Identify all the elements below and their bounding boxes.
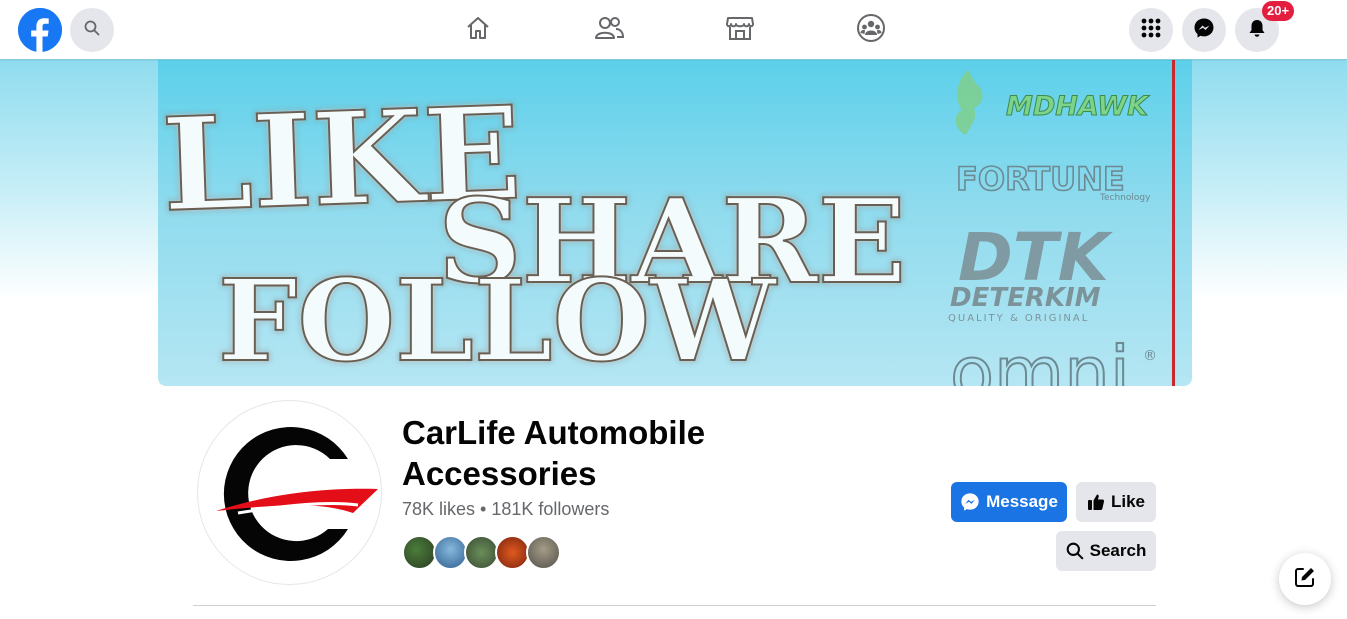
new-message-button[interactable] (1279, 553, 1331, 605)
friend-avatar[interactable] (433, 535, 468, 570)
like-button[interactable]: Like (1076, 482, 1156, 522)
home-icon (464, 14, 492, 47)
page-title: CarLife Automobile Accessories (402, 414, 706, 492)
marketplace-icon (725, 14, 755, 47)
friends-icon (594, 14, 625, 47)
brand-mdhawk: MDHAWK (1006, 91, 1150, 122)
brand-deterkim: DETERKIM (950, 283, 1101, 313)
profile-avatar[interactable] (197, 400, 382, 585)
search-button[interactable] (70, 8, 114, 52)
home-tab[interactable] (458, 10, 498, 50)
thumbs-up-icon (1087, 493, 1105, 511)
top-nav-bar: 20+ (0, 0, 1347, 59)
message-button-label: Message (986, 492, 1058, 511)
cover-photo[interactable]: LIKE SHARE FOLLOW MDHAWK FORTUNE Technol… (158, 60, 1192, 386)
friend-avatar[interactable] (495, 535, 530, 570)
menu-button[interactable] (1129, 8, 1173, 52)
like-button-label: Like (1110, 492, 1146, 511)
brand-fortune-sub: Technology (1099, 193, 1151, 203)
messenger-icon (1193, 17, 1215, 44)
brand-deterkim-sub: QUALITY & ORIGINAL (948, 313, 1089, 324)
facebook-logo-icon[interactable] (18, 8, 62, 52)
marketplace-tab[interactable] (720, 10, 760, 50)
compose-icon (1294, 566, 1316, 593)
carlife-logo-icon (216, 427, 378, 561)
search-button-label: Search (1089, 541, 1147, 560)
friend-avatar[interactable] (464, 535, 499, 570)
mdhawk-bird-icon (955, 70, 983, 135)
grid-menu-icon (1141, 18, 1161, 43)
section-divider (193, 605, 1156, 606)
notification-badge: 20+ (1262, 1, 1295, 21)
friend-avatar[interactable] (526, 535, 561, 570)
brand-omni: omni (950, 331, 1130, 386)
cover-red-stripe (1172, 60, 1175, 386)
friend-avatar[interactable] (402, 535, 437, 570)
cover-word-follow: FOLLOW (218, 256, 778, 386)
message-button[interactable]: Message (951, 482, 1067, 522)
brand-omni-registered: ® (1143, 348, 1157, 364)
search-icon (1066, 542, 1084, 560)
groups-icon (856, 13, 886, 48)
messenger-button[interactable] (1182, 8, 1226, 52)
messenger-icon (960, 492, 980, 512)
friends-tab[interactable] (589, 10, 629, 50)
groups-tab[interactable] (851, 10, 891, 50)
page-stats[interactable]: 78K likes • 181K followers (402, 499, 609, 520)
bell-icon (1247, 18, 1267, 43)
search-page-button[interactable]: Search (1056, 531, 1156, 571)
search-icon (84, 20, 100, 41)
